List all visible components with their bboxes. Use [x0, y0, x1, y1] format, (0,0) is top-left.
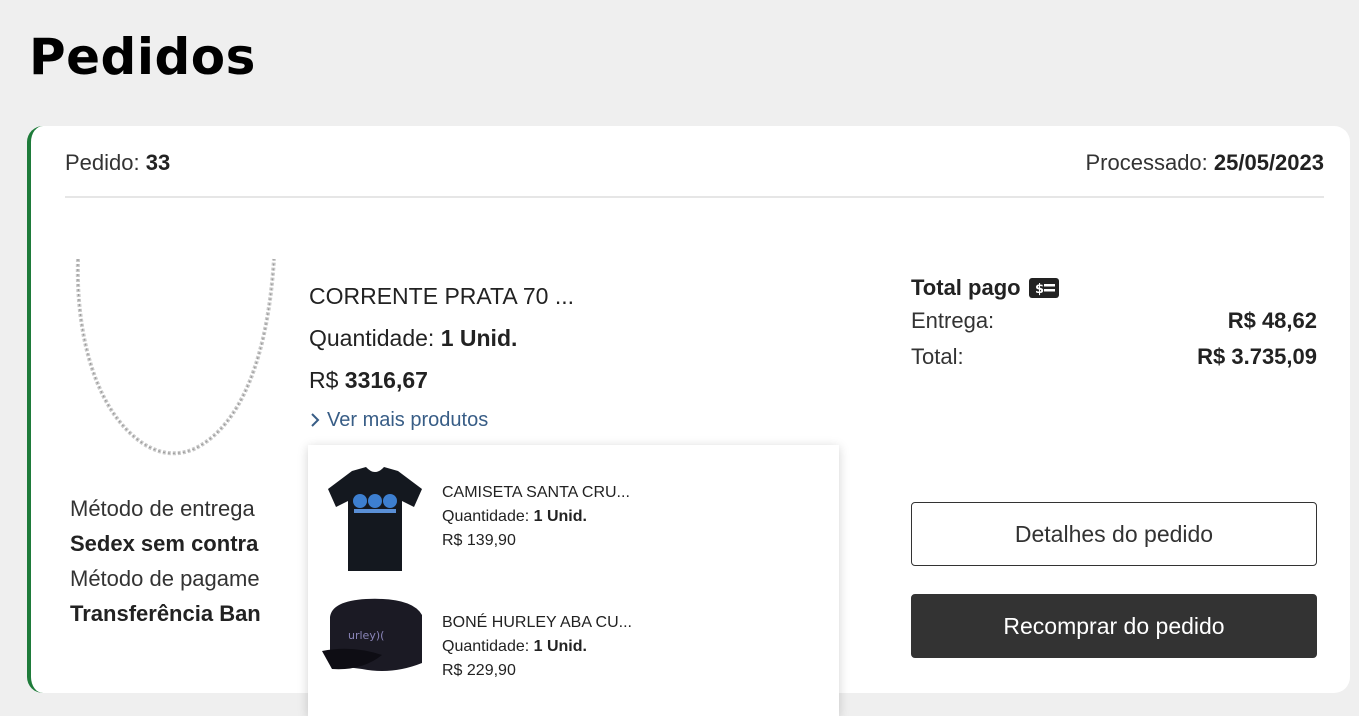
payment-method-label: Método de pagame: [70, 566, 260, 591]
order-processed-date: Processado: 25/05/2023: [1085, 150, 1324, 175]
popover-product-qty: Quantidade: 1 Unid.: [442, 638, 587, 655]
silver-chain-necklace-image[interactable]: [70, 253, 282, 467]
chevron-right-icon: [311, 413, 320, 427]
product-info: CORRENTE PRATA 70 ... Quantidade: 1 Unid…: [309, 276, 574, 438]
payment-method-value: Transferência Ban: [70, 601, 261, 626]
popover-product-item[interactable]: CAMISETA SANTA CRU... Quantidade: 1 Unid…: [322, 467, 822, 571]
popover-product-price: R$ 139,90: [442, 532, 516, 549]
popover-product-name: BONÉ HURLEY ABA CU...: [442, 614, 632, 631]
cash-icon: $: [1028, 278, 1059, 298]
tshirt-image: [322, 467, 428, 571]
order-id: Pedido: 33: [65, 150, 171, 175]
rebuy-order-button[interactable]: Recomprar do pedido: [911, 594, 1317, 658]
product-price: R$ 3316,67: [309, 367, 428, 393]
cap-image: urley)(: [322, 597, 428, 701]
svg-text:$: $: [1035, 282, 1044, 297]
order-totals: Total pago $ Entrega: R$ 48,62 Total: R$ 3…: [911, 273, 1317, 375]
page-title: Pedidos: [29, 28, 256, 86]
svg-text:urley)(: urley)(: [348, 629, 384, 642]
see-more-products-link[interactable]: Ver mais produtos: [309, 402, 574, 438]
order-methods: Método de entrega Sedex sem contra Métod…: [70, 492, 261, 632]
popover-product-price: R$ 229,90: [442, 662, 516, 679]
delivery-method-value: Sedex sem contra: [70, 531, 259, 556]
order-header: Pedido: 33 Processado: 25/05/2023: [65, 126, 1324, 198]
total-paid-title: Total pago $: [911, 273, 1317, 303]
product-quantity: Quantidade: 1 Unid.: [309, 325, 518, 351]
product-name[interactable]: CORRENTE PRATA 70 ...: [309, 276, 574, 318]
order-details-button[interactable]: Detalhes do pedido: [911, 502, 1317, 566]
popover-product-name: CAMISETA SANTA CRU...: [442, 484, 630, 501]
total-row: Total: R$ 3.735,09: [911, 344, 1317, 369]
see-more-label: Ver mais produtos: [327, 409, 489, 431]
popover-product-qty: Quantidade: 1 Unid.: [442, 508, 587, 525]
delivery-method-label: Método de entrega: [70, 496, 255, 521]
more-products-popover: CAMISETA SANTA CRU... Quantidade: 1 Unid…: [308, 445, 839, 716]
popover-product-item[interactable]: urley)( BONÉ HURLEY ABA CU... Quantidade…: [322, 597, 822, 701]
shipping-row: Entrega: R$ 48,62: [911, 308, 1317, 333]
